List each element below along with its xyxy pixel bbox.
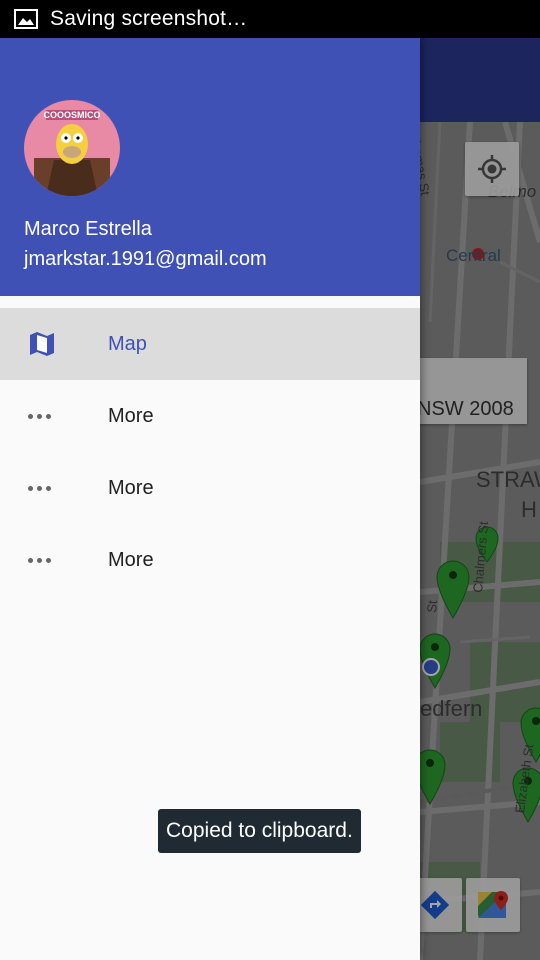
more-horiz-icon (28, 404, 56, 428)
image-icon (14, 9, 38, 29)
nav-item-label: More (108, 405, 154, 427)
nav-item-map[interactable]: Map (0, 308, 420, 380)
nav-item-more-2[interactable]: More (0, 452, 420, 524)
nav-item-label: More (108, 477, 154, 499)
nav-item-label: Map (108, 333, 147, 355)
avatar[interactable]: COOOSMICO (24, 100, 120, 196)
more-horiz-icon (28, 476, 56, 500)
more-horiz-icon (28, 548, 56, 572)
status-text: Saving screenshot… (50, 7, 248, 30)
toast-message: Copied to clipboard. (158, 809, 361, 853)
map-icon (28, 332, 56, 356)
user-email: jmarkstar.1991@gmail.com (24, 248, 267, 270)
nav-item-more-1[interactable]: More (0, 380, 420, 452)
user-name: Marco Estrella (24, 218, 152, 240)
avatar-caption: COOOSMICO (43, 110, 100, 120)
avatar-image: COOOSMICO (24, 100, 120, 196)
nav-item-label: More (108, 549, 154, 571)
nav-item-more-3[interactable]: More (0, 524, 420, 596)
drawer-header: COOOSMICO Marco Estrella jmarkstar.1991@… (0, 38, 420, 296)
nav-list: Map More More More (0, 308, 420, 596)
status-bar: Saving screenshot… (0, 0, 540, 38)
